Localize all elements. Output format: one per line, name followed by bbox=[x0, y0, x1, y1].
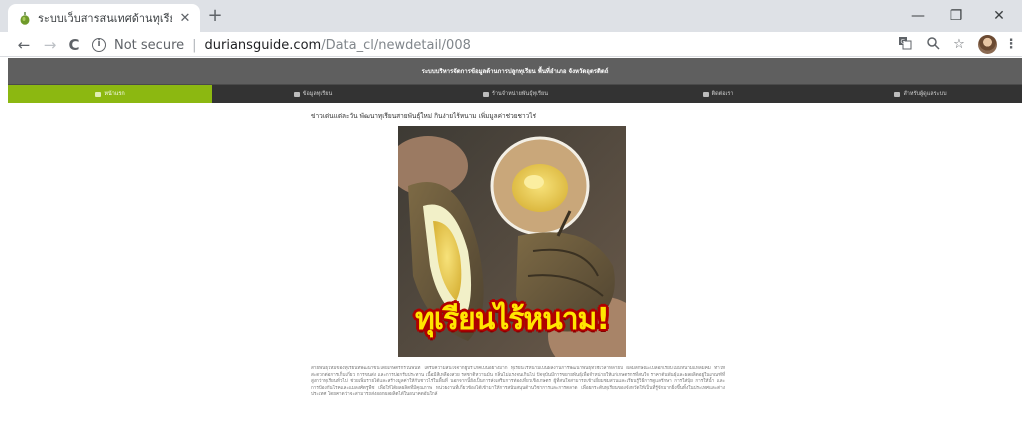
durian-icon bbox=[293, 91, 300, 97]
menu-dots-icon[interactable]: ⋮ bbox=[1002, 36, 1020, 54]
article-hero-image: ทุเรียนไร้หนาม! bbox=[398, 126, 626, 357]
security-label: Not secure bbox=[114, 37, 185, 53]
minimize-button[interactable]: — bbox=[903, 5, 933, 27]
forward-button[interactable]: → bbox=[40, 35, 60, 55]
close-window-button[interactable]: ✕ bbox=[984, 5, 1014, 27]
menu-item-label: ติดต่อเรา bbox=[711, 91, 734, 97]
site-banner: ระบบบริหารจัดการข้อมูลด้านการปลูกทุเรียน… bbox=[8, 58, 1022, 85]
profile-avatar[interactable] bbox=[978, 35, 997, 54]
omnibox-separator: | bbox=[192, 37, 197, 53]
article-body: สายพันธุ์ใหม่ของทุเรียนที่พัฒนาขึ้นโดยเก… bbox=[311, 366, 725, 398]
menu-item-label: สำหรับผู้ดูแลระบบ bbox=[903, 91, 947, 97]
bookmark-star-icon[interactable]: ☆ bbox=[950, 36, 968, 54]
reload-button[interactable]: C bbox=[64, 35, 84, 55]
menu-item-home[interactable]: หน้าแรก bbox=[8, 85, 212, 103]
info-icon[interactable]: i bbox=[92, 38, 106, 52]
menu-item-label: หน้าแรก bbox=[104, 91, 125, 97]
article-title: ข่าวเด่นแต่ละวัน พัฒนาทุเรียนสายพันธุ์ให… bbox=[311, 112, 537, 120]
browser-tab-strip: ระบบเว็บสารสนเทศด้านทุเรียน ✕ + — ❐ ✕ bbox=[0, 0, 1022, 32]
menu-item-contact[interactable]: ติดต่อเรา bbox=[617, 85, 819, 103]
svg-text:G: G bbox=[901, 39, 906, 46]
address-bar[interactable]: i Not secure | duriansguide.com /Data_cl… bbox=[92, 35, 882, 55]
new-tab-button[interactable]: + bbox=[205, 6, 225, 26]
menu-item-label: ร้านจำหน่ายพันธุ์ทุเรียน bbox=[492, 91, 548, 97]
site-banner-title: ระบบบริหารจัดการข้อมูลด้านการปลูกทุเรียน… bbox=[421, 68, 609, 75]
user-icon bbox=[894, 91, 901, 97]
back-button[interactable]: ← bbox=[14, 35, 34, 55]
restore-button[interactable]: ❐ bbox=[941, 5, 971, 27]
durian-favicon-icon bbox=[20, 11, 30, 25]
contact-icon bbox=[702, 91, 709, 97]
tab-title: ระบบเว็บสารสนเทศด้านทุเรียน bbox=[38, 12, 172, 25]
zoom-icon[interactable] bbox=[924, 36, 942, 54]
browser-tab[interactable]: ระบบเว็บสารสนเทศด้านทุเรียน ✕ bbox=[8, 4, 200, 32]
menu-item-durian-info[interactable]: ข้อมูลทุเรียน bbox=[212, 85, 414, 103]
tab-close-icon[interactable]: ✕ bbox=[178, 11, 192, 26]
menu-item-label: ข้อมูลทุเรียน bbox=[302, 91, 333, 97]
translate-icon[interactable]: G bbox=[896, 36, 914, 54]
url-path: /Data_cl/newdetail/008 bbox=[321, 37, 471, 53]
main-menu: หน้าแรก ข้อมูลทุเรียน ร้านจำหน่ายพันธุ์ท… bbox=[8, 85, 1022, 103]
menu-item-admin[interactable]: สำหรับผู้ดูแลระบบ bbox=[819, 85, 1022, 103]
browser-toolbar: ← → C i Not secure | duriansguide.com /D… bbox=[0, 32, 1022, 57]
shop-icon bbox=[483, 91, 489, 97]
home-icon bbox=[95, 91, 102, 97]
menu-item-shops[interactable]: ร้านจำหน่ายพันธุ์ทุเรียน bbox=[414, 85, 617, 103]
url-host: duriansguide.com bbox=[204, 37, 322, 53]
image-caption: ทุเรียนไร้หนาม! bbox=[414, 302, 610, 337]
